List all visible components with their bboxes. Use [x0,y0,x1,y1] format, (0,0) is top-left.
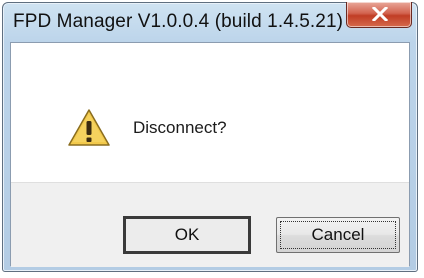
window-title: FPD Manager V1.0.0.4 (build 1.4.5.21) [13,11,344,32]
cancel-button[interactable]: Cancel [276,217,400,253]
message-area: Disconnect? [11,43,409,182]
ok-button[interactable]: OK [123,216,251,254]
close-button[interactable] [346,2,412,28]
focus-rectangle [280,221,396,249]
title-bar[interactable]: FPD Manager V1.0.0.4 (build 1.4.5.21) [3,2,417,43]
dialog-message: Disconnect? [133,118,227,137]
dialog-window: FPD Manager V1.0.0.4 (build 1.4.5.21) Di… [2,2,418,272]
warning-icon [68,109,110,146]
dialog-body: Disconnect? OK Cancel [10,42,410,267]
button-bar: OK Cancel [11,182,409,267]
close-icon [372,7,388,21]
